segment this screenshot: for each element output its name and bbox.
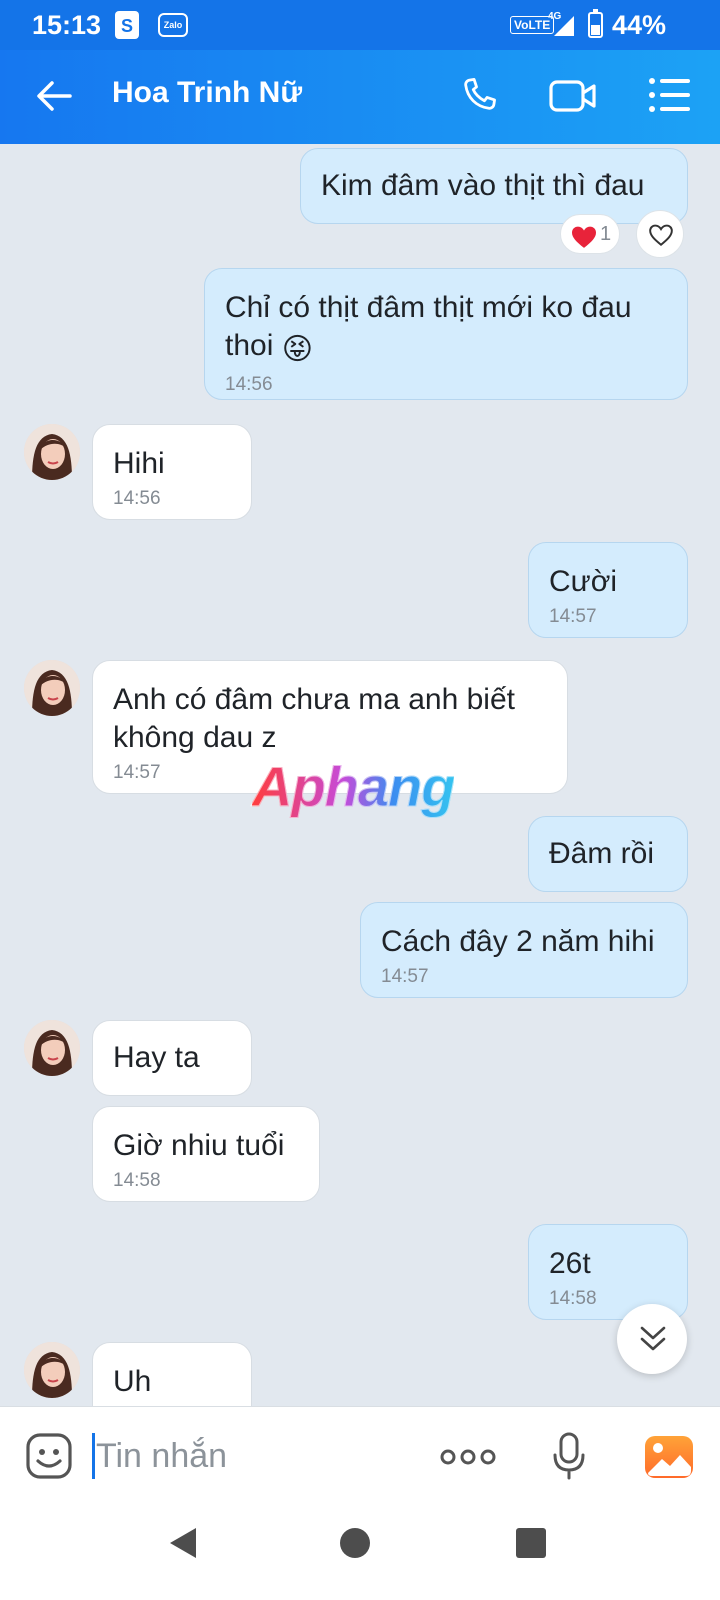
- scroll-to-bottom-button[interactable]: [617, 1304, 687, 1374]
- sticker-emoji-icon[interactable]: [24, 1431, 74, 1486]
- outgoing-message[interactable]: Cách đây 2 năm hihi 14:57: [360, 902, 688, 998]
- message-input[interactable]: [96, 1433, 396, 1479]
- message-time: 14:56: [113, 488, 161, 509]
- outgoing-message[interactable]: Cười 14:57: [528, 542, 688, 638]
- chat-header: Hoa Trinh Nữ: [0, 50, 720, 144]
- message-text: Hay ta: [113, 1041, 200, 1074]
- outgoing-message[interactable]: Đâm rồi: [528, 816, 688, 892]
- squinting-tongue-emoji: 😝: [281, 333, 313, 366]
- message-text: Kim đâm vào thịt thì đau: [321, 169, 645, 202]
- reaction-summary[interactable]: 1: [560, 214, 620, 254]
- video-call-icon[interactable]: [548, 76, 598, 121]
- incoming-message[interactable]: Uh: [92, 1342, 252, 1406]
- message-text: Anh có đâm chưa ma anh biết không dau z: [113, 683, 515, 754]
- image-gallery-icon[interactable]: [644, 1435, 694, 1484]
- contact-name[interactable]: Hoa Trinh Nữ: [112, 76, 302, 110]
- message-time: 14:58: [113, 1170, 161, 1191]
- message-time: 14:56: [225, 374, 273, 395]
- watermark-logo: Aphang: [251, 755, 455, 819]
- heart-outline-icon: [649, 224, 673, 246]
- reaction-count: 1: [600, 223, 612, 245]
- message-input-bar: [0, 1406, 720, 1506]
- contact-avatar[interactable]: [24, 1342, 80, 1398]
- signal-icon: [552, 14, 576, 43]
- nav-back-icon[interactable]: [168, 1526, 198, 1565]
- message-text: Cách đây 2 năm hihi: [381, 925, 655, 958]
- incoming-message[interactable]: Hihi 14:56: [92, 424, 252, 520]
- more-options-icon[interactable]: [440, 1447, 496, 1472]
- microphone-icon[interactable]: [552, 1431, 586, 1486]
- heart-reaction-icon: [570, 225, 598, 254]
- status-time: 15:13: [32, 10, 102, 40]
- outgoing-message[interactable]: Chỉ có thịt đâm thịt mới ko đau thoi 😝 1…: [204, 268, 688, 400]
- message-list[interactable]: Kim đâm vào thịt thì đau 1 Chỉ có thịt đ…: [0, 144, 720, 1406]
- battery-percent: 44%: [612, 10, 667, 40]
- phone-call-icon[interactable]: [458, 74, 500, 121]
- incoming-message[interactable]: Giờ nhiu tuổi 14:58: [92, 1106, 320, 1202]
- message-time: 14:57: [549, 606, 597, 627]
- zalo-notification-icon: Zalo: [158, 13, 188, 37]
- text-cursor: [92, 1433, 95, 1479]
- message-text: 26t: [549, 1247, 591, 1280]
- contact-avatar[interactable]: [24, 424, 80, 480]
- outgoing-message[interactable]: Kim đâm vào thịt thì đau: [300, 148, 688, 224]
- back-arrow-icon[interactable]: [34, 78, 74, 119]
- status-bar: 15:13 S Zalo VoLTE 4G 44%: [0, 0, 720, 50]
- message-text: Đâm rồi: [549, 837, 655, 870]
- nav-home-icon[interactable]: [340, 1528, 370, 1558]
- battery-icon: [588, 9, 603, 38]
- shopee-notification-icon: S: [115, 11, 139, 39]
- message-text: Hihi: [113, 447, 165, 480]
- contact-avatar[interactable]: [24, 660, 80, 716]
- menu-list-icon[interactable]: [648, 76, 692, 119]
- system-navigation-bar: [0, 1506, 720, 1600]
- double-chevron-down-icon: [640, 1326, 666, 1351]
- message-time: 14:57: [381, 966, 429, 987]
- message-text: Giờ nhiu tuổi: [113, 1129, 285, 1162]
- message-text: Cười: [549, 565, 618, 598]
- incoming-message[interactable]: Hay ta: [92, 1020, 252, 1096]
- nav-recent-apps-icon[interactable]: [516, 1528, 546, 1558]
- message-text: Uh: [113, 1365, 152, 1398]
- add-reaction-button[interactable]: [636, 210, 684, 258]
- contact-avatar[interactable]: [24, 1020, 80, 1076]
